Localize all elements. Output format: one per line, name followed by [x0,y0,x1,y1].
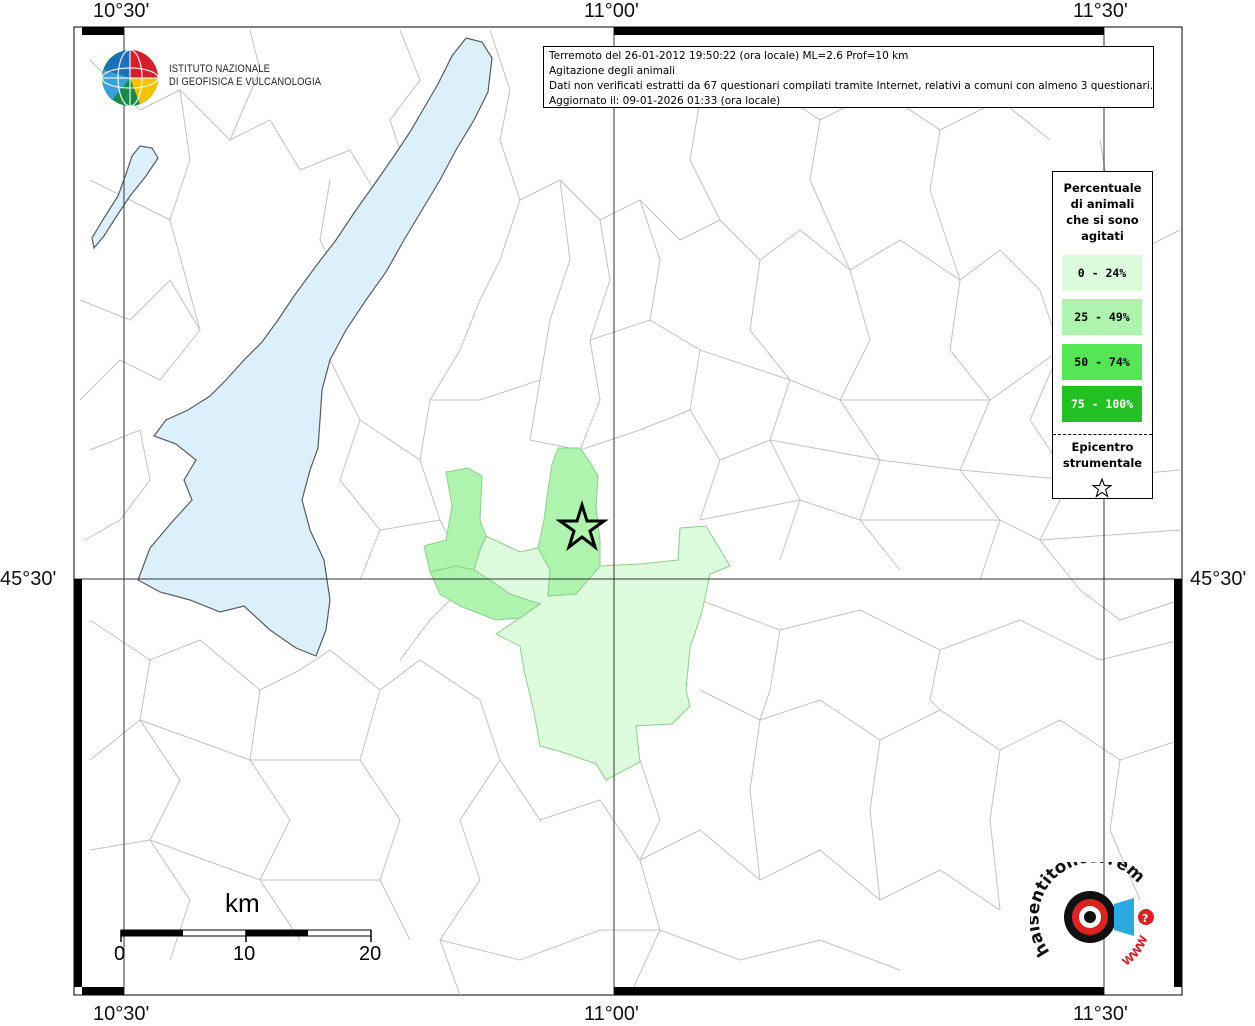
data-note-line: Dati non verificati estratti da 67 quest… [549,80,1154,92]
lon-label-bottom-left: 10°30' [93,1003,150,1025]
legend-item-0-24: 0 - 24% [1062,255,1142,291]
lon-label-top-mid: 11°00' [584,0,639,22]
legend-item-50-74: 50 - 74% [1062,344,1142,380]
legend-title: Percentuale di animali che si sono agita… [1063,181,1142,243]
haisentito-logo: haisentitoilterremoto.it WWW ? [1030,862,1154,969]
scale-tick-20: 20 [359,943,382,965]
lat-label-right: 45°30' [1190,568,1247,590]
lon-label-top-right: 11°30' [1073,0,1128,22]
scale-tick-10: 10 [233,943,256,965]
legend-star-icon [1092,478,1112,498]
legend-separator [1053,434,1152,435]
ingv-name-line2: DI GEOFISICA E VULCANOLOGIA [169,76,322,88]
scale-tick-0: 0 [114,943,126,965]
lon-label-bottom-mid: 11°00' [584,1003,639,1025]
ingv-globe-logo [101,49,159,107]
legend-epicenter-label: Epicentro strumentale [1062,440,1143,470]
haisentito-logo-www: WWW [1120,934,1151,969]
updated-line: Aggiornato il: 09-01-2026 01:33 (ora loc… [549,95,781,107]
map-type-line: Agitazione degli animali [549,65,676,77]
svg-text:?: ? [1142,912,1148,925]
lon-label-bottom-right: 11°30' [1073,1003,1128,1025]
scale-unit-label: km [225,888,260,918]
legend-item-75-100: 75 - 100% [1062,386,1142,422]
ingv-name: ISTITUTO NAZIONALE DI GEOFISICA E VULCAN… [169,63,321,89]
lat-label-left: 45°30' [0,568,57,590]
ingv-name-line1: ISTITUTO NAZIONALE [169,63,271,75]
event-line: Terremoto del 26-01-2012 19:50:22 (ora l… [549,50,909,62]
legend-item-25-49: 25 - 49% [1062,299,1142,335]
legend: Percentuale di animali che si sono agita… [1052,171,1153,499]
svg-text:WWW: WWW [1120,934,1151,969]
lon-label-top-left: 10°30' [93,0,150,22]
event-info-box: Terremoto del 26-01-2012 19:50:22 (ora l… [543,46,1154,108]
